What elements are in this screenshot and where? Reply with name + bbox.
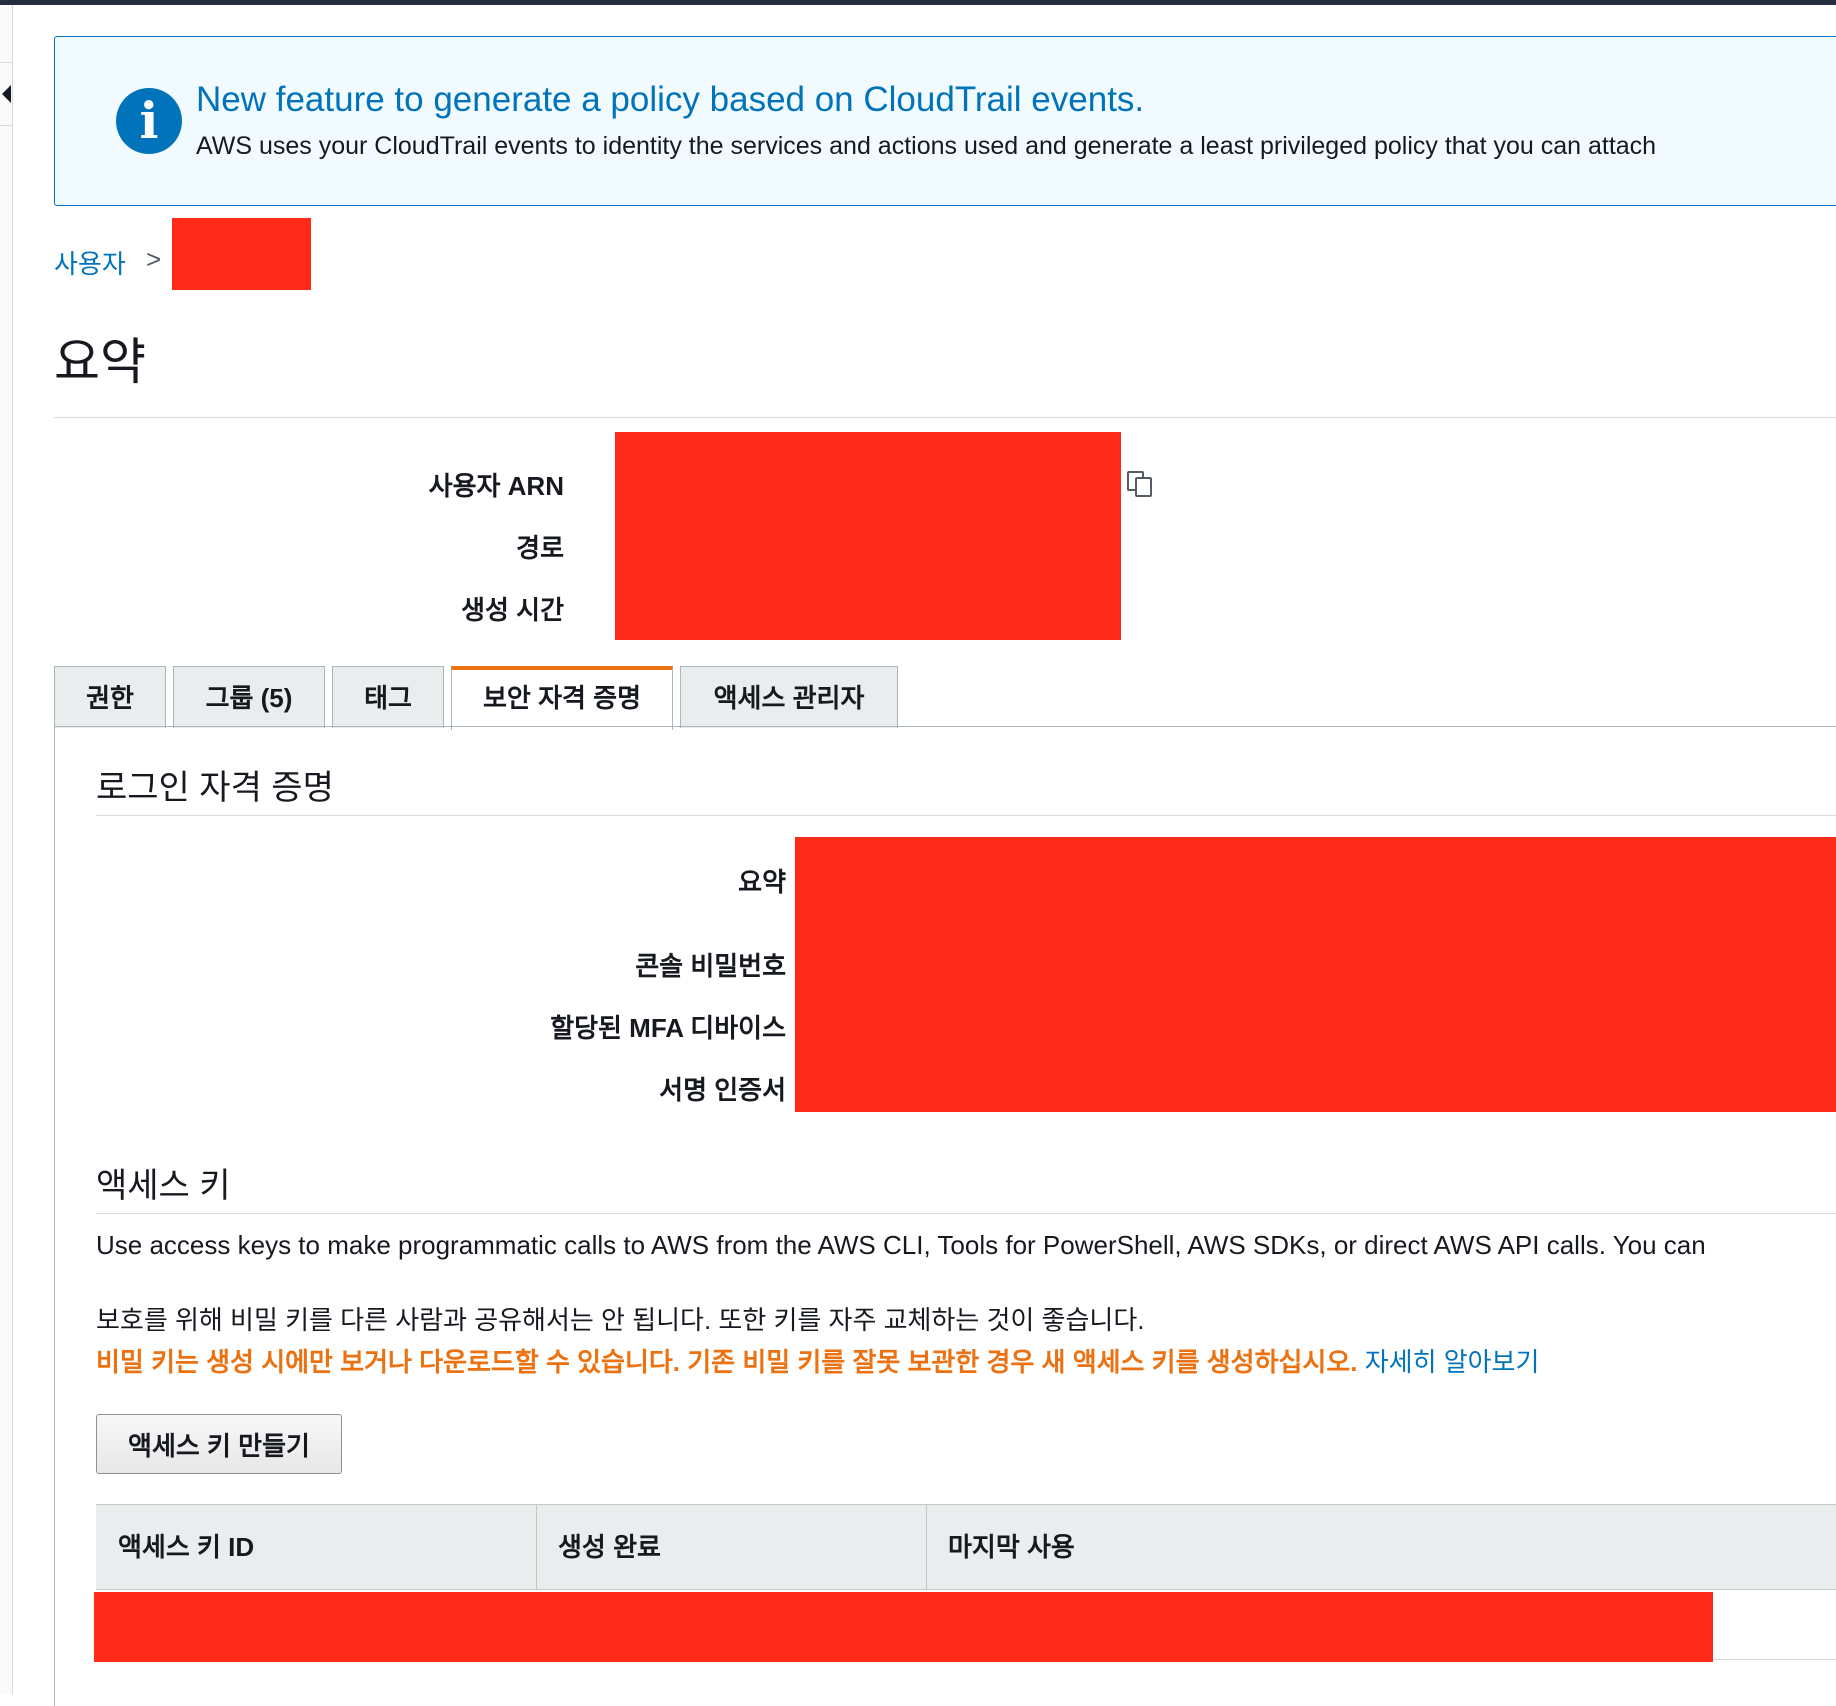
info-banner (54, 36, 1836, 206)
warning-text: 비밀 키는 생성 시에만 보거나 다운로드할 수 있습니다. 기존 비밀 키를 … (96, 1347, 1358, 1377)
copy-icon[interactable] (1124, 466, 1156, 498)
user-arn-label: 사용자 ARN (428, 471, 564, 501)
signing-certificate-label: 서명 인증서 (659, 1075, 786, 1105)
top-nav-bar (0, 0, 1836, 5)
banner-title[interactable]: New feature to generate a policy based o… (196, 80, 1144, 120)
summary-values-redacted (615, 432, 1121, 640)
console-password-label: 콘솔 비밀번호 (635, 951, 786, 981)
protect-note: 보호를 위해 비밀 키를 다른 사람과 공유해서는 안 됩니다. 또한 키를 자… (96, 1305, 1145, 1335)
table-row-divider (1713, 1659, 1836, 1660)
mfa-device-label: 할당된 MFA 디바이스 (550, 1013, 786, 1043)
tab-groups[interactable]: 그룹 (5) (173, 666, 325, 728)
creation-time-label: 생성 시간 (461, 595, 564, 625)
column-access-key-id[interactable]: 액세스 키 ID (96, 1505, 536, 1589)
chevron-right-icon: > (146, 244, 162, 274)
title-divider (54, 417, 1836, 418)
signin-divider (96, 815, 1836, 816)
signin-summary-label: 요약 (738, 867, 786, 897)
access-keys-description: Use access keys to make programmatic cal… (96, 1230, 1706, 1260)
column-created[interactable]: 생성 완료 (536, 1505, 926, 1589)
banner-text: AWS uses your CloudTrail events to ident… (196, 132, 1657, 160)
access-keys-divider (96, 1213, 1836, 1214)
signin-credentials-title: 로그인 자격 증명 (96, 769, 334, 807)
side-nav-divider (0, 125, 12, 126)
signin-values-redacted (795, 837, 1836, 1112)
create-access-key-button[interactable]: 액세스 키 만들기 (96, 1414, 342, 1474)
access-keys-title: 액세스 키 (96, 1167, 231, 1205)
path-label: 경로 (516, 533, 564, 563)
breadcrumb-username-redacted[interactable] (172, 218, 311, 290)
column-last-used[interactable]: 마지막 사용 (926, 1505, 1826, 1589)
secret-key-warning: 비밀 키는 생성 시에만 보거나 다운로드할 수 있습니다. 기존 비밀 키를 … (96, 1342, 1539, 1379)
info-icon: i (116, 88, 182, 154)
tab-permissions[interactable]: 권한 (54, 666, 166, 728)
tab-tags[interactable]: 태그 (332, 666, 444, 728)
tab-access-advisor[interactable]: 액세스 관리자 (680, 666, 898, 728)
tab-security-credentials[interactable]: 보안 자격 증명 (451, 666, 673, 730)
learn-more-link[interactable]: 자세히 알아보기 (1365, 1347, 1540, 1377)
access-key-row-redacted (94, 1592, 1713, 1662)
page-title: 요약 (54, 334, 146, 390)
collapse-arrow-icon[interactable] (2, 85, 11, 103)
breadcrumb-users-link[interactable]: 사용자 (54, 244, 126, 281)
side-nav-rail (0, 5, 13, 1694)
side-nav-header (0, 40, 12, 63)
access-keys-table-header: 액세스 키 ID 생성 완료 마지막 사용 (96, 1504, 1836, 1590)
